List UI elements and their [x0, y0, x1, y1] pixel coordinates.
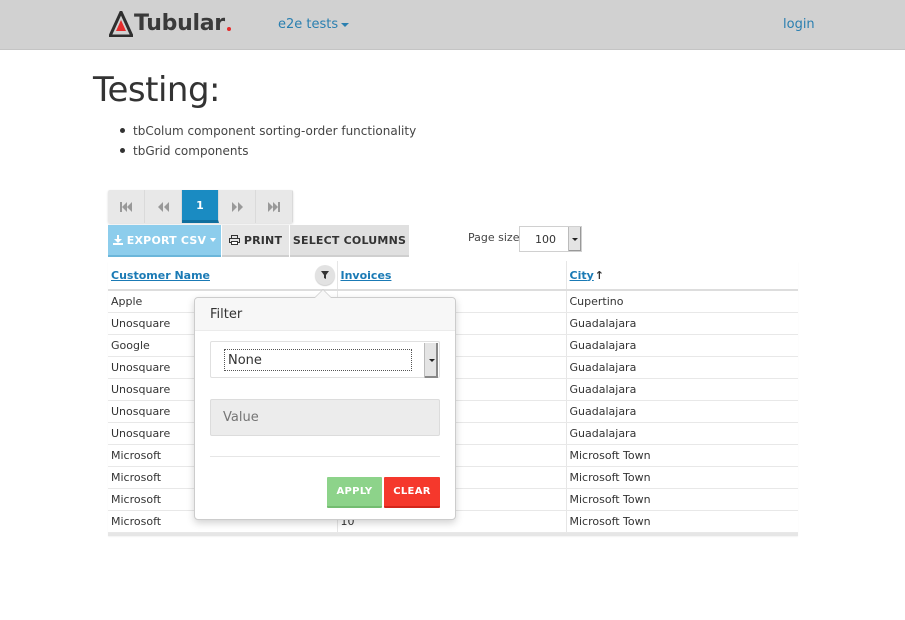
page-size-value: 100 — [535, 232, 556, 246]
page-size-label: Page size: — [468, 231, 524, 244]
table-cell: Guadalajara — [566, 378, 798, 401]
e2e-tests-menu-label: e2e tests — [278, 17, 339, 32]
table-cell: Guadalajara — [566, 422, 798, 445]
page-size-select[interactable]: 100 — [519, 226, 582, 252]
print-label: PRINT — [243, 233, 283, 247]
clear-filter-button[interactable]: CLEAR — [384, 477, 440, 508]
filter-popover: Filter None APPLY CLEAR — [194, 289, 456, 520]
table-cell: Microsoft Town — [566, 488, 798, 511]
table-cell: Microsoft Town — [566, 444, 798, 467]
previous-page-icon — [157, 201, 169, 212]
brand-name: Tubular — [134, 11, 225, 36]
sort-up-icon: ↑ — [594, 268, 604, 282]
previous-page-button[interactable] — [145, 190, 182, 223]
last-page-button[interactable] — [256, 190, 293, 223]
caret-down-icon — [341, 22, 350, 27]
filter-operator-select[interactable]: None — [210, 341, 440, 378]
column-header-city: City↑ — [566, 261, 798, 291]
dropdown-arrow-icon — [424, 343, 438, 378]
page-title: Testing: — [93, 70, 221, 110]
print-button[interactable]: PRINT — [222, 225, 289, 257]
sort-invoices-link[interactable]: Invoices — [341, 269, 392, 282]
first-page-button[interactable] — [108, 190, 145, 223]
table-cell: Guadalajara — [566, 334, 798, 357]
table-cell: Microsoft Town — [566, 510, 798, 533]
column-header-invoices: Invoices — [337, 261, 567, 291]
print-icon — [228, 235, 240, 245]
next-page-button[interactable] — [219, 190, 256, 223]
download-icon — [112, 235, 123, 245]
filter-toggle-button[interactable] — [315, 265, 335, 285]
navbar: Tubular e2e tests login — [0, 0, 905, 50]
apply-filter-button[interactable]: APPLY — [327, 477, 382, 508]
export-csv-label: EXPORT CSV — [126, 233, 207, 247]
login-link[interactable]: login — [783, 17, 815, 32]
last-page-icon — [268, 201, 280, 212]
test-list-item: tbGrid components — [117, 141, 416, 161]
table-cell: Guadalajara — [566, 356, 798, 379]
sort-city-link[interactable]: City — [570, 269, 594, 282]
page-button-current[interactable]: 1 — [182, 190, 219, 223]
filter-icon — [321, 271, 329, 279]
table-cell: Guadalajara — [566, 400, 798, 423]
divider — [210, 456, 440, 457]
pagination: 1 — [108, 190, 293, 223]
select-columns-button[interactable]: SELECT COLUMNS — [290, 225, 409, 257]
dropdown-arrow-icon — [568, 227, 581, 251]
grid-header-row: Customer Name Invoices City↑ — [108, 261, 798, 291]
popover-arrow — [314, 289, 332, 298]
column-header-customer-name: Customer Name — [108, 261, 338, 291]
brand-logo[interactable]: Tubular — [109, 11, 231, 37]
logo-icon — [109, 11, 133, 37]
brand-dot-icon — [226, 27, 231, 31]
filter-value-input[interactable] — [210, 399, 440, 436]
table-cell: Cupertino — [566, 290, 798, 313]
sort-customer-name-link[interactable]: Customer Name — [111, 269, 210, 282]
export-csv-button[interactable]: EXPORT CSV — [108, 225, 221, 257]
filter-popover-title: Filter — [195, 298, 455, 331]
table-cell: Guadalajara — [566, 312, 798, 335]
test-list-item: tbColum component sorting-order function… — [117, 121, 416, 141]
first-page-icon — [120, 201, 132, 212]
next-page-icon — [231, 201, 243, 212]
table-cell: Microsoft Town — [566, 466, 798, 489]
test-list: tbColum component sorting-order function… — [117, 121, 416, 161]
e2e-tests-menu[interactable]: e2e tests — [278, 17, 350, 32]
caret-down-icon — [210, 238, 217, 242]
filter-operator-value: None — [224, 349, 412, 371]
